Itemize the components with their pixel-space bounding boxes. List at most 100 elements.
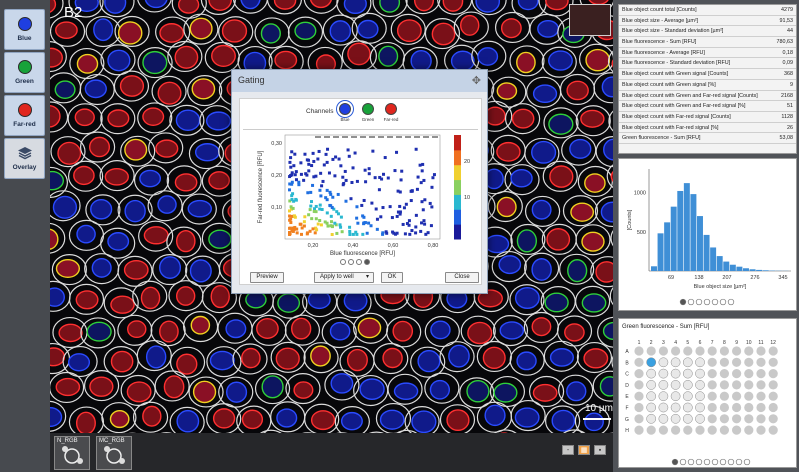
page-dot[interactable]: [703, 298, 711, 306]
plate-well[interactable]: [732, 357, 742, 367]
plate-well[interactable]: [658, 380, 669, 390]
plate-well[interactable]: [756, 402, 766, 413]
gating-channel-green[interactable]: Green: [357, 103, 379, 122]
plate-well[interactable]: [646, 391, 657, 402]
gating-scatter-plot[interactable]: 20 10 0,20 0,40 0,60 0,80 0,30 0,20 0,10 Blue flu…: [240, 131, 483, 261]
plate-well[interactable]: [695, 368, 705, 379]
plate-well[interactable]: [732, 346, 742, 356]
plate-well[interactable]: [658, 425, 668, 435]
page-dot[interactable]: [711, 458, 719, 466]
plate-well[interactable]: [756, 425, 766, 435]
page-dot[interactable]: [703, 458, 711, 466]
channel-green-button[interactable]: Green: [4, 52, 45, 93]
plate-well[interactable]: [695, 346, 705, 356]
plate-well[interactable]: [707, 346, 717, 356]
plate-well[interactable]: [682, 357, 693, 368]
plate-well[interactable]: [695, 402, 705, 413]
plate-well[interactable]: [658, 402, 669, 413]
page-dot[interactable]: [727, 458, 735, 466]
plate-well[interactable]: [658, 368, 669, 379]
plate-well[interactable]: [634, 357, 644, 367]
plate-well[interactable]: [682, 402, 693, 413]
plate-well[interactable]: [646, 402, 657, 413]
plate-well[interactable]: [670, 380, 681, 390]
plate-well[interactable]: [695, 380, 705, 390]
plate-well[interactable]: [768, 414, 778, 424]
plate-well[interactable]: [707, 414, 717, 424]
plate-well[interactable]: [646, 425, 656, 435]
preview-button[interactable]: Preview: [250, 272, 284, 283]
plate-well[interactable]: [634, 380, 644, 390]
plate-well[interactable]: [658, 346, 668, 356]
overview-thumbnail[interactable]: [569, 4, 611, 36]
plate-well[interactable]: [695, 413, 705, 424]
plate-well[interactable]: [768, 425, 778, 435]
plate-well[interactable]: [756, 414, 766, 424]
page-dot[interactable]: [695, 298, 703, 306]
plate-well[interactable]: [646, 357, 657, 368]
apply-to-well-dropdown[interactable]: Apply to well ▾: [314, 272, 374, 283]
plate-well[interactable]: [671, 425, 681, 435]
plate-well[interactable]: [744, 369, 754, 379]
plate-well[interactable]: [670, 368, 681, 379]
page-dot[interactable]: [711, 298, 719, 306]
plate-well[interactable]: [670, 357, 681, 368]
close-button[interactable]: Close: [445, 272, 479, 283]
plate-well[interactable]: [768, 346, 778, 356]
plate-well[interactable]: [744, 425, 754, 435]
plate-well[interactable]: [634, 414, 644, 424]
plate-well[interactable]: [634, 402, 644, 413]
plate-well[interactable]: [732, 402, 742, 413]
plate-well[interactable]: [707, 369, 717, 379]
plate-well[interactable]: [744, 346, 754, 356]
plate-well[interactable]: [670, 413, 681, 424]
plate-well[interactable]: [646, 346, 656, 356]
page-dot[interactable]: [340, 259, 346, 265]
plate-well[interactable]: [768, 357, 778, 367]
plate-well[interactable]: [634, 369, 644, 379]
plate-well[interactable]: [756, 369, 766, 379]
image-mc-rgb-button[interactable]: MC_RGB: [96, 436, 132, 470]
plate-well[interactable]: [744, 380, 754, 390]
plate-well[interactable]: [744, 391, 754, 401]
plate-well[interactable]: [658, 357, 669, 368]
plate-well[interactable]: [732, 380, 742, 390]
plate-well[interactable]: [719, 414, 729, 424]
plate-well[interactable]: [634, 391, 644, 401]
view-camera-button[interactable]: ▪: [594, 445, 606, 455]
plate-well[interactable]: [658, 391, 669, 402]
page-dot[interactable]: [348, 259, 354, 265]
plate-well[interactable]: [683, 425, 693, 435]
ok-button[interactable]: OK: [381, 272, 403, 283]
view-minus-button[interactable]: -: [562, 445, 574, 455]
plate-well[interactable]: [695, 391, 705, 402]
dialog-page-dots[interactable]: [340, 259, 370, 265]
plate-well[interactable]: [732, 369, 742, 379]
plate-well[interactable]: [707, 357, 717, 367]
plate-well[interactable]: [732, 414, 742, 424]
plate-well[interactable]: [695, 425, 705, 435]
plate-well[interactable]: [768, 402, 778, 413]
page-dot[interactable]: [719, 458, 727, 466]
plate-well[interactable]: [719, 380, 729, 390]
plate-well[interactable]: [658, 413, 669, 424]
plate-well[interactable]: [719, 425, 729, 435]
plate-well[interactable]: [719, 402, 729, 413]
page-dot[interactable]: [364, 259, 370, 265]
plate-well[interactable]: [744, 402, 754, 413]
plate-well[interactable]: [707, 391, 717, 401]
plate-well[interactable]: [768, 380, 778, 390]
overlay-button[interactable]: Overlay: [4, 138, 45, 179]
plate-well[interactable]: [646, 413, 657, 424]
page-dot[interactable]: [356, 259, 362, 265]
plate-well[interactable]: [695, 357, 705, 368]
plate-well[interactable]: [719, 369, 729, 379]
plate-well[interactable]: [682, 413, 693, 424]
plate-well[interactable]: [646, 368, 657, 379]
page-dot[interactable]: [671, 458, 679, 466]
plate-well[interactable]: [707, 380, 717, 390]
plate-well[interactable]: [719, 357, 729, 367]
plate-well[interactable]: [707, 402, 717, 413]
plate-well[interactable]: [634, 346, 644, 356]
plate-well[interactable]: [646, 380, 657, 390]
